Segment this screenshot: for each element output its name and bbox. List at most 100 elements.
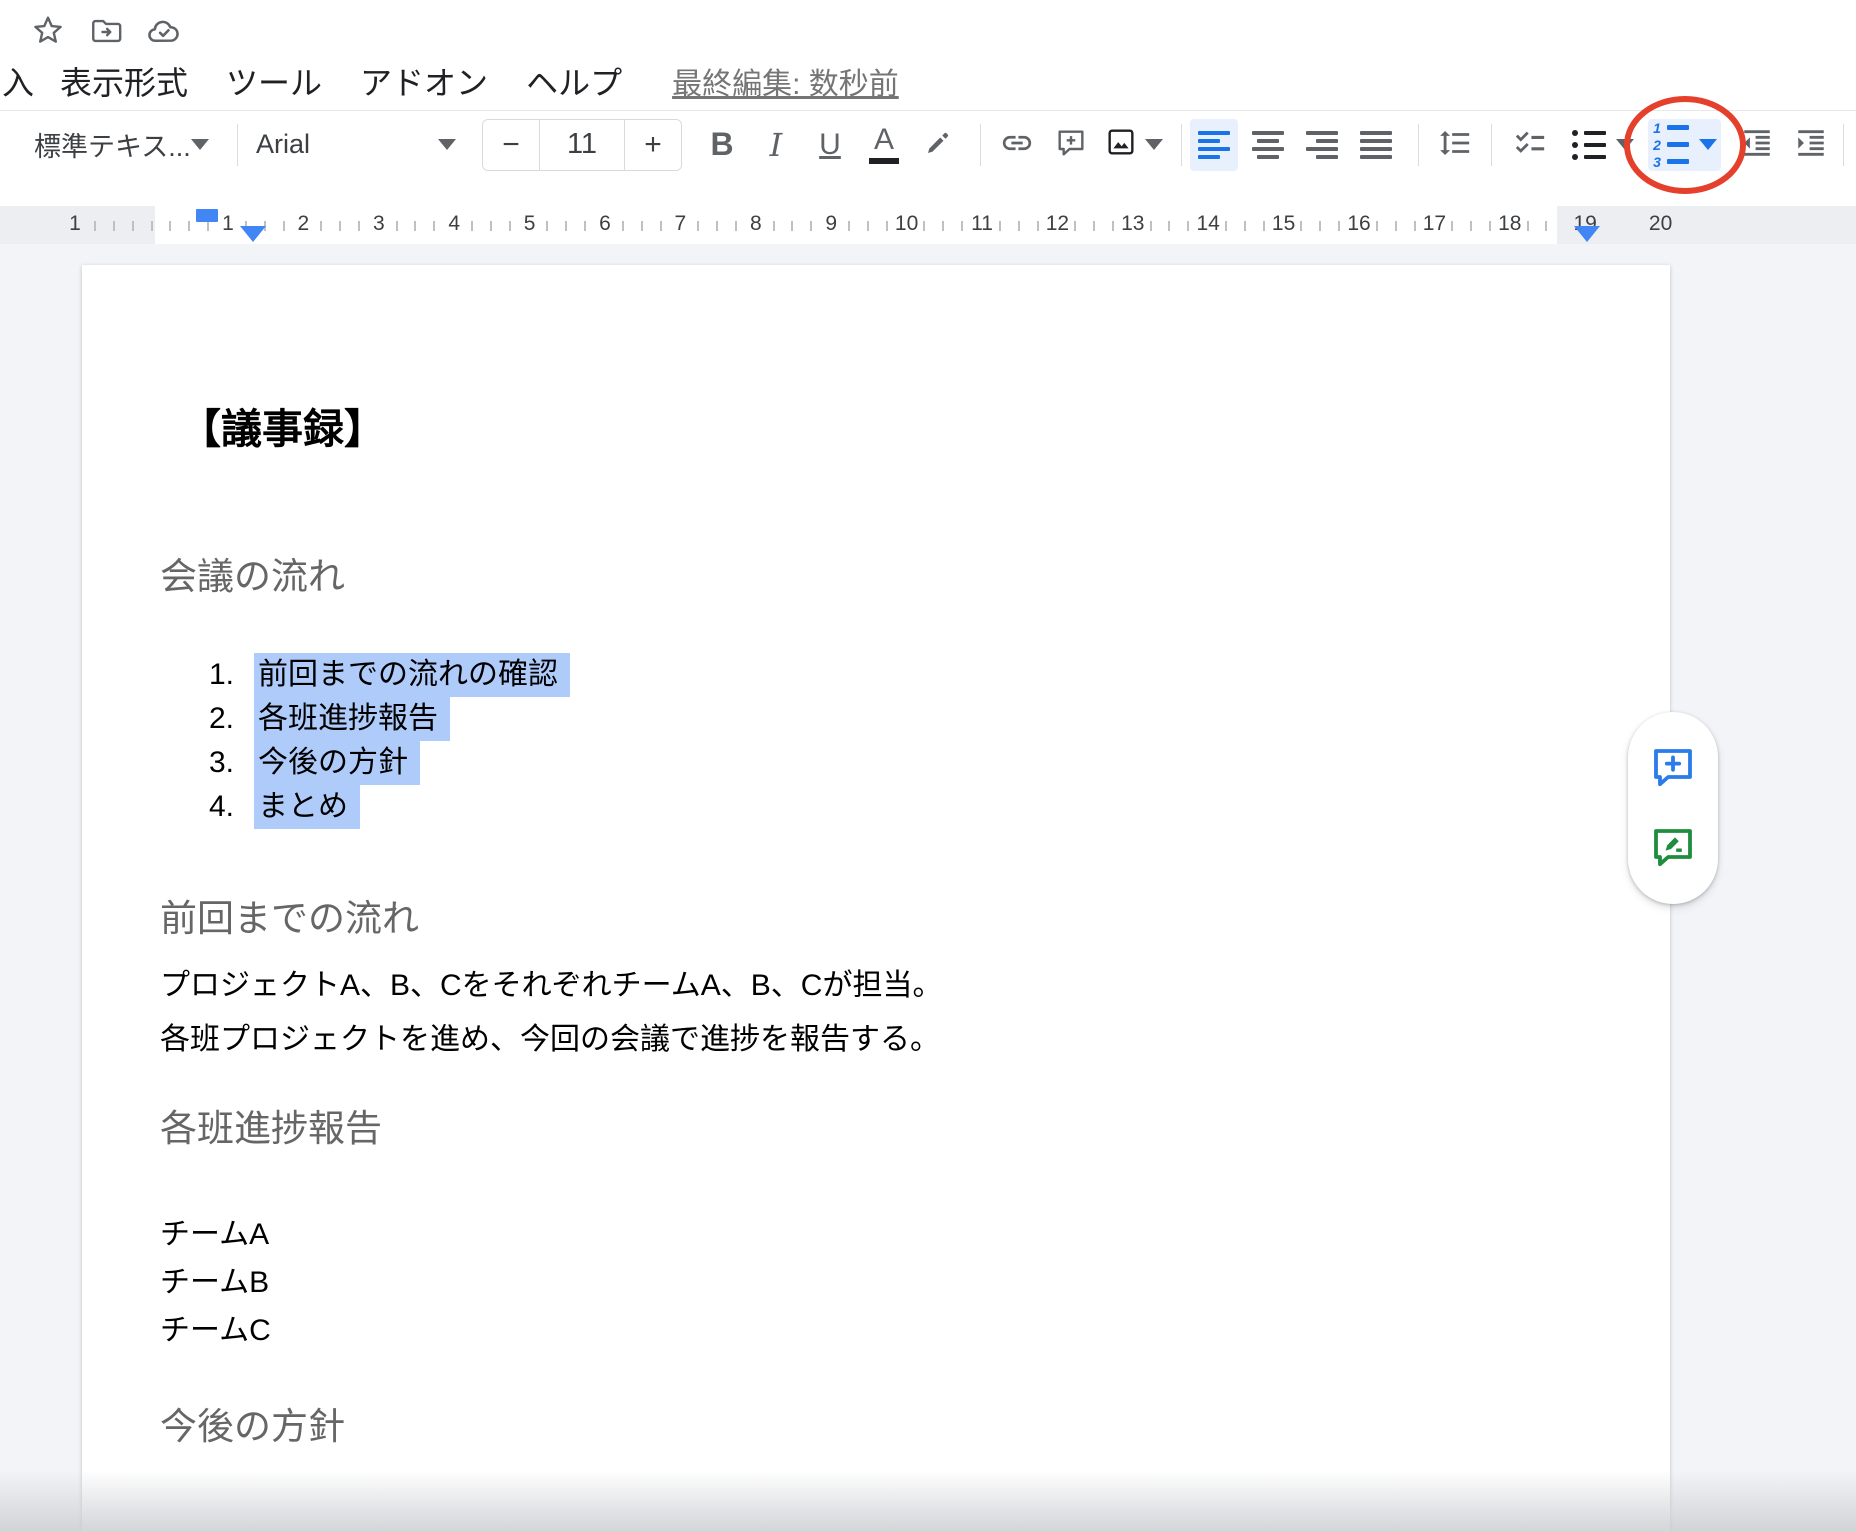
image-icon <box>1105 126 1137 163</box>
add-comment-button[interactable] <box>1649 744 1697 792</box>
paragraph-style-selector[interactable]: 標準テキス... <box>30 119 219 171</box>
ruler-tick <box>867 221 869 231</box>
link-icon <box>1000 126 1034 163</box>
justify-icon <box>1360 131 1392 159</box>
paragraph-style-value: 標準テキス... <box>34 125 191 164</box>
toolbar-divider <box>980 124 981 166</box>
team-line: チームA <box>160 1211 271 1259</box>
insert-link-button[interactable] <box>993 119 1041 171</box>
ruler-number: 14 <box>1197 212 1220 236</box>
list-item: 1. 前回までの流れの確認 <box>202 653 570 697</box>
add-comment-bubble-icon <box>1649 743 1697 794</box>
add-comment-icon <box>1055 127 1087 162</box>
list-number: 2. <box>202 697 234 741</box>
doc-title-text: 【議事録】 <box>180 395 385 455</box>
font-selector[interactable]: Arial <box>252 119 466 171</box>
bulleted-list-button[interactable] <box>1568 119 1638 171</box>
ruler-tick <box>1300 221 1302 231</box>
menu-item-insert-clipped[interactable]: 入 <box>2 58 34 104</box>
right-indent-marker[interactable] <box>1574 226 1600 242</box>
ruler-tick <box>94 221 96 231</box>
ruler-tick <box>848 221 850 231</box>
toolbar-divider <box>1181 124 1182 166</box>
team-lines: チームA チームB チームC <box>160 1211 271 1355</box>
highlight-color-button[interactable] <box>914 119 962 171</box>
previous-flow-paragraph: プロジェクトA、B、CをそれぞれチームA、B、Cが担当。 各班プロジェクトを進め… <box>160 959 942 1067</box>
increase-font-button[interactable]: + <box>625 120 681 170</box>
suggest-edits-button[interactable] <box>1649 824 1697 872</box>
paragraph-line: プロジェクトA、B、CをそれぞれチームA、B、Cが担当。 <box>160 959 942 1013</box>
add-comment-button-toolbar[interactable] <box>1047 119 1095 171</box>
ruler-tick <box>433 221 435 231</box>
ruler-tick <box>414 221 416 231</box>
chevron-down-icon <box>191 139 209 150</box>
heading-meeting-flow: 会議の流れ <box>160 546 345 600</box>
ruler-tick <box>132 221 134 231</box>
ruler-tick <box>283 221 285 231</box>
italic-button[interactable]: I <box>752 119 800 171</box>
ruler-tick <box>1545 221 1547 231</box>
toolbar-divider <box>237 124 238 166</box>
first-line-indent-marker[interactable] <box>196 209 218 222</box>
ruler-tick <box>660 221 662 231</box>
ruler-number: 5 <box>524 212 536 236</box>
numbered-list-button[interactable]: 1 2 3 <box>1648 119 1721 171</box>
increase-indent-button[interactable] <box>1787 119 1835 171</box>
ruler-tick <box>565 221 567 231</box>
team-line: チームC <box>160 1307 271 1355</box>
ruler-number: 2 <box>298 212 310 236</box>
underline-button[interactable]: U <box>806 119 854 171</box>
ruler-tick <box>339 221 341 231</box>
bold-button[interactable]: B <box>698 119 746 171</box>
ruler-tick <box>1263 221 1265 231</box>
menu-item-help[interactable]: ヘルプ <box>526 58 622 104</box>
increase-indent-icon <box>1794 126 1828 163</box>
menu-item-tools[interactable]: ツール <box>226 58 322 104</box>
menu-bar: 入 表示形式 ツール アドオン ヘルプ 最終編集: 数秒前 <box>0 58 899 104</box>
decrease-font-button[interactable]: − <box>483 120 539 170</box>
ruler[interactable]: 11234567891011121314151617181920 <box>0 206 1856 244</box>
ruler-tick <box>1187 221 1189 231</box>
checklist-button[interactable] <box>1506 119 1554 171</box>
ruler-number: 6 <box>599 212 611 236</box>
align-center-button[interactable] <box>1244 119 1292 171</box>
ruler-number: 18 <box>1498 212 1521 236</box>
menu-item-addons[interactable]: アドオン <box>360 58 488 104</box>
ruler-tick <box>358 221 360 231</box>
selected-list-text: 前回までの流れの確認 <box>254 653 570 697</box>
ruler-tick <box>169 221 171 231</box>
text-color-bar <box>869 158 899 164</box>
insert-image-button[interactable] <box>1101 119 1167 171</box>
align-right-button[interactable] <box>1298 119 1346 171</box>
ruler-tick <box>546 221 548 231</box>
ruler-tick <box>1168 221 1170 231</box>
justify-button[interactable] <box>1352 119 1400 171</box>
heading-future-policy: 今後の方針 <box>160 1396 345 1450</box>
ruler-tick <box>509 221 511 231</box>
line-spacing-button[interactable] <box>1431 119 1479 171</box>
last-edit-link[interactable]: 最終編集: 数秒前 <box>672 59 899 103</box>
align-center-icon <box>1252 131 1284 159</box>
ruler-tick <box>320 221 322 231</box>
selected-list-text: 今後の方針 <box>254 741 420 785</box>
star-button[interactable] <box>28 12 68 52</box>
ruler-number: 10 <box>895 212 918 236</box>
ruler-tick <box>1338 221 1340 231</box>
align-left-button[interactable] <box>1190 119 1238 171</box>
cloud-status-button[interactable] <box>144 12 184 52</box>
left-indent-marker[interactable] <box>240 226 266 242</box>
toolbar-divider <box>1491 124 1492 166</box>
decrease-indent-button[interactable] <box>1733 119 1781 171</box>
move-folder-button[interactable] <box>86 12 126 52</box>
document-page[interactable]: 【議事録】 会議の流れ 1. 前回までの流れの確認 2. 各班進捗報告 3. 今… <box>82 265 1670 1532</box>
ruler-tick <box>942 221 944 231</box>
menu-item-format[interactable]: 表示形式 <box>60 58 188 104</box>
ruler-tick <box>1414 221 1416 231</box>
star-icon <box>31 14 65 51</box>
move-folder-icon <box>89 14 123 51</box>
ruler-tick <box>961 221 963 231</box>
ruler-tick <box>1018 221 1020 231</box>
ruler-number: 12 <box>1046 212 1069 236</box>
text-color-button[interactable]: A <box>860 119 908 171</box>
ruler-number: 1 <box>69 212 81 236</box>
